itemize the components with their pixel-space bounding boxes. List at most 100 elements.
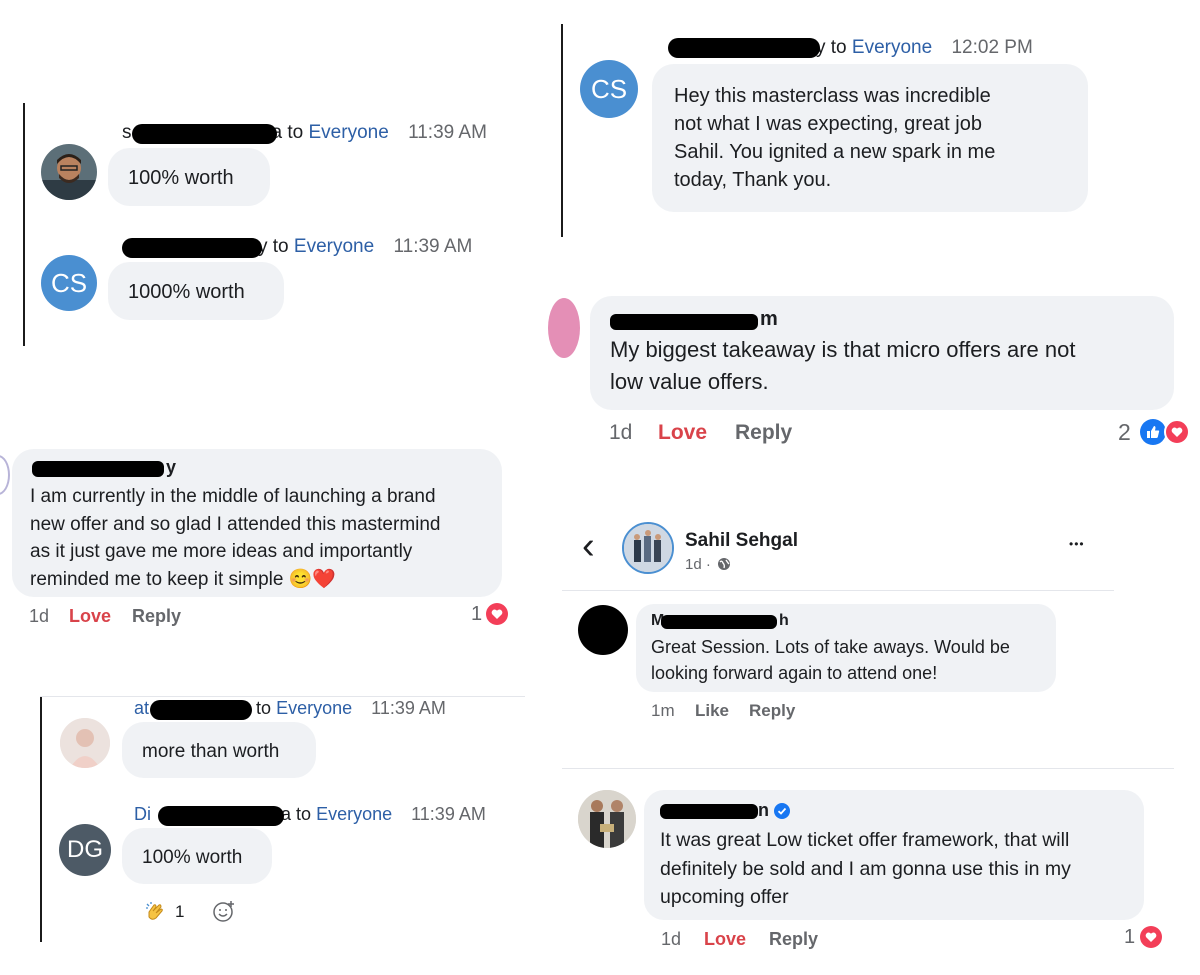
reaction-count: 1 xyxy=(175,902,185,921)
commenter-name-end: m xyxy=(760,308,778,330)
comment-text-line: definitely be sold and I am gonna use th… xyxy=(660,857,1071,880)
redacted-name xyxy=(150,700,252,720)
comment-text-line: upcoming offer xyxy=(660,886,789,908)
like-button[interactable]: Like xyxy=(695,701,729,721)
redacted-name xyxy=(132,124,277,144)
avatar[interactable]: DG xyxy=(59,824,111,876)
to-label: to xyxy=(296,804,312,824)
reply-button[interactable]: Reply xyxy=(769,929,818,950)
comment-text-line: reminded me to keep it simple 😊❤️ xyxy=(30,568,337,590)
post-author-avatar[interactable] xyxy=(622,522,674,574)
panel-border xyxy=(40,696,42,942)
avatar[interactable]: CS xyxy=(41,255,97,311)
love-button[interactable]: Love xyxy=(704,929,746,950)
heart-reaction-icon xyxy=(1140,926,1162,948)
back-chevron-icon[interactable]: ‹ xyxy=(582,526,595,566)
redacted-name xyxy=(32,461,164,477)
audience-link[interactable]: Everyone xyxy=(294,236,374,257)
message-bubble: 100% worth xyxy=(122,828,272,884)
message-text-line: Sahil. You ignited a new spark in me xyxy=(674,141,996,163)
message-bubble: Hey this masterclass was incredible not … xyxy=(652,64,1088,212)
message-text: more than worth xyxy=(142,741,280,762)
message-text: 1000% worth xyxy=(128,281,245,303)
commenter-name[interactable]: y xyxy=(30,457,502,483)
sender-name: Di xyxy=(134,804,151,824)
message-bubble: 1000% worth xyxy=(108,262,284,320)
audience-link[interactable]: Everyone xyxy=(276,698,352,718)
commenter-name[interactable]: n xyxy=(660,800,1144,826)
more-icon[interactable]: ••• xyxy=(1069,537,1085,551)
comment-text-line: I am currently in the middle of launchin… xyxy=(30,486,436,507)
message-time: 11:39 AM xyxy=(393,236,473,257)
comment-bubble: m My biggest takeaway is that micro offe… xyxy=(590,296,1174,410)
post-author-name[interactable]: Sahil Sehgal xyxy=(685,530,798,552)
comment-text-line: new offer and so glad I attended this ma… xyxy=(30,513,441,535)
avatar[interactable] xyxy=(60,718,110,768)
panel-border xyxy=(23,103,25,346)
message-time: 11:39 AM xyxy=(411,804,486,824)
avatar-initials: CS xyxy=(590,73,628,104)
reply-button[interactable]: Reply xyxy=(735,421,792,445)
audience-link[interactable]: Everyone xyxy=(309,122,389,143)
comment-text-line: low value offers. xyxy=(610,369,769,394)
message-text-line: Hey this masterclass was incredible xyxy=(674,85,991,107)
divider xyxy=(562,768,1174,769)
heart-reaction-icon xyxy=(1164,419,1190,445)
commenter-name[interactable]: m xyxy=(610,306,1174,334)
divider xyxy=(562,590,1114,591)
comment-time: 1d xyxy=(661,929,682,949)
avatar-initials: CS xyxy=(50,267,88,298)
comment-text-line: Great Session. Lots of take aways. Would… xyxy=(651,637,1010,657)
love-button[interactable]: Love xyxy=(69,606,111,627)
love-button[interactable]: Love xyxy=(658,421,707,445)
comment-bubble: n It was great Low ticket offer framewor… xyxy=(644,790,1144,920)
panel-top-border xyxy=(40,696,525,697)
comment-bubble: y I am currently in the middle of launch… xyxy=(12,449,502,597)
panel-border xyxy=(561,24,563,237)
comment-text-line: as it just gave me more ideas and import… xyxy=(30,541,413,562)
commenter-name-end: n xyxy=(758,800,769,820)
redacted-name xyxy=(661,615,777,629)
message-text-line: today, Thank you. xyxy=(674,169,832,191)
reply-button[interactable]: Reply xyxy=(749,701,795,721)
avatar-initials: DG xyxy=(67,836,103,863)
globe-icon xyxy=(717,557,731,571)
message-text-line: not what I was expecting, great job xyxy=(674,113,982,135)
post-time: 1d · xyxy=(685,556,711,573)
avatar[interactable] xyxy=(578,605,628,655)
avatar[interactable]: CS xyxy=(580,60,638,118)
to-label: to xyxy=(830,37,847,58)
clap-icon[interactable] xyxy=(144,900,166,922)
commenter-name-end: y xyxy=(166,457,177,477)
avatar[interactable] xyxy=(578,790,636,848)
audience-link[interactable]: Everyone xyxy=(852,37,932,58)
reaction-count[interactable]: 2 xyxy=(1118,419,1131,446)
redacted-name xyxy=(158,806,284,826)
message-time: 11:39 AM xyxy=(371,698,446,718)
message-text: 100% worth xyxy=(142,847,243,868)
comment-time: 1d xyxy=(29,606,50,626)
message-time: 11:39 AM xyxy=(408,122,487,143)
reaction-count[interactable]: 1 xyxy=(471,603,482,626)
comment-text-line: My biggest takeaway is that micro offers… xyxy=(610,337,1076,362)
like-reaction-icon xyxy=(1140,419,1166,445)
sender-name: s xyxy=(122,122,132,143)
sender-name: at xyxy=(134,698,150,718)
reaction-count[interactable]: 1 xyxy=(1124,926,1135,949)
verified-badge-icon xyxy=(774,803,790,819)
comment-time: 1m xyxy=(651,701,675,720)
audience-link[interactable]: Everyone xyxy=(316,804,392,824)
avatar[interactable] xyxy=(41,144,97,200)
add-reaction-icon[interactable] xyxy=(212,899,236,923)
message-bubble: 100% worth xyxy=(108,148,270,206)
avatar[interactable] xyxy=(548,298,580,358)
redacted-name xyxy=(122,238,262,258)
redacted-name xyxy=(660,804,758,819)
heart-reaction-icon xyxy=(486,603,508,625)
comment-bubble: M h Great Session. Lots of take aways. W… xyxy=(636,604,1056,692)
message-text: 100% worth xyxy=(128,167,234,189)
to-label: to xyxy=(287,122,304,143)
commenter-name[interactable]: M h xyxy=(651,612,1056,634)
avatar[interactable] xyxy=(0,455,10,495)
reply-button[interactable]: Reply xyxy=(132,606,181,627)
